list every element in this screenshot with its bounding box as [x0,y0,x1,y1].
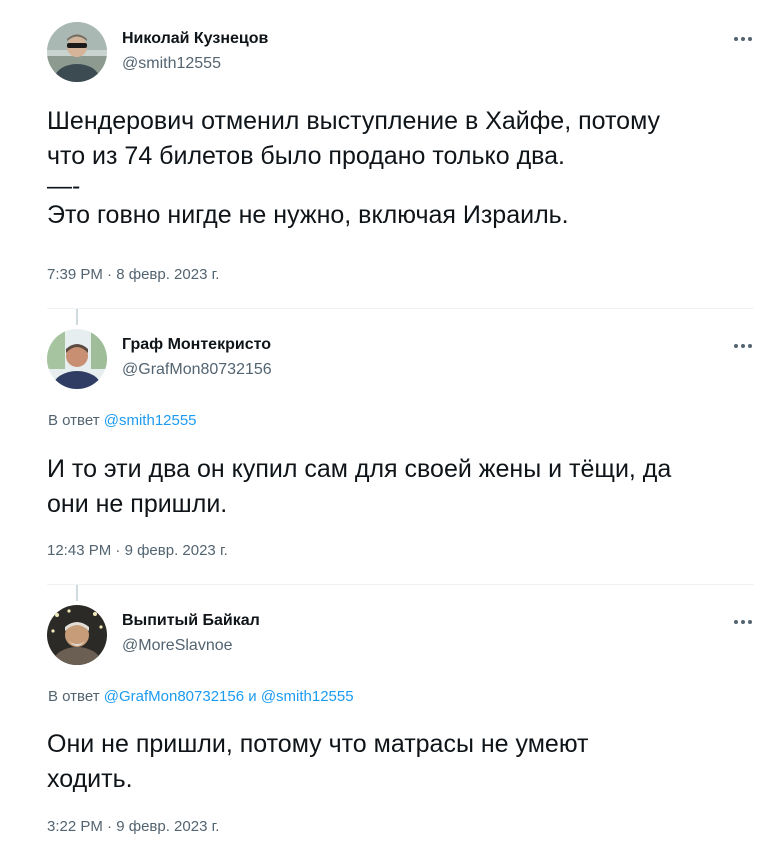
tweet-timestamp[interactable]: 3:22 PM · 9 февр. 2023 г. [47,818,219,835]
avatar-photo-icon [47,329,107,389]
tweet-text-line: ходить. [47,765,133,793]
tweet-thread: Николай Кузнецов @smith12555 Шендерович … [0,0,782,851]
replying-to-label: В ответ [48,688,100,705]
mention-conjunction: и [248,688,257,705]
tweet-time: 3:22 PM [47,818,103,835]
separator-dot: · [107,818,113,835]
more-options-button[interactable] [726,329,760,363]
tweet-text-line: они не пришли. [47,490,228,518]
tweet-date: 8 февр. 2023 г. [116,266,220,283]
more-options-button[interactable] [726,605,760,639]
tweet-time: 12:43 PM [47,542,112,559]
tweet-text: Они не пришли, потому что матрасы не уме… [47,727,747,797]
avatar-photo-icon [47,22,107,82]
more-horizontal-icon-dot [741,344,745,348]
mention-link[interactable]: @smith12555 [104,412,197,429]
more-horizontal-icon-dot [741,620,745,624]
author-name[interactable]: Граф Монтекристо [122,336,271,354]
tweet-text-line: Они не пришли, потому что матрасы не уме… [47,730,589,758]
tweet-text-line: —- [47,172,81,200]
more-horizontal-icon [734,620,738,624]
more-horizontal-icon-dot [748,620,752,624]
tweet-timestamp[interactable]: 12:43 PM · 9 февр. 2023 г. [47,542,228,559]
more-options-button[interactable] [726,22,760,56]
author-handle[interactable]: @smith12555 [122,55,221,73]
tweet-text-line: что из 74 билетов было продано только дв… [47,142,566,170]
author-name[interactable]: Николай Кузнецов [122,30,268,48]
more-horizontal-icon-dot [748,344,752,348]
mention-link[interactable]: @GrafMon80732156 [104,688,244,705]
avatar-photo-icon [47,605,107,665]
mention-link[interactable]: @smith12555 [261,688,354,705]
tweet-main: Николай Кузнецов @smith12555 Шендерович … [0,0,782,308]
avatar[interactable] [47,22,107,82]
separator-dot: · [115,542,121,559]
more-horizontal-icon-dot [748,37,752,41]
tweet-date: 9 февр. 2023 г. [116,818,220,835]
author-handle[interactable]: @MoreSlavnoe [122,637,233,655]
tweet-reply: Граф Монтекристо @GrafMon80732156 В отве… [0,309,782,584]
tweet-date: 9 февр. 2023 г. [124,542,228,559]
more-horizontal-icon-dot [741,37,745,41]
tweet-timestamp[interactable]: 7:39 PM · 8 февр. 2023 г. [47,266,219,283]
more-horizontal-icon [734,37,738,41]
avatar[interactable] [47,329,107,389]
avatar[interactable] [47,605,107,665]
author-name[interactable]: Выпитый Байкал [122,612,260,630]
replying-to: В ответ @smith12555 [48,412,197,429]
separator-dot: · [107,266,113,283]
tweet-reply: Выпитый Байкал @MoreSlavnoe В ответ @Gra… [0,585,782,851]
tweet-text-line: И то эти два он купил сам для своей жены… [47,455,672,483]
more-horizontal-icon [734,344,738,348]
tweet-text-line: Шендерович отменил выступление в Хайфе, … [47,107,661,135]
tweet-text: Шендерович отменил выступление в Хайфе, … [47,104,747,233]
tweet-text: И то эти два он купил сам для своей жены… [47,452,747,522]
replying-to: В ответ @GrafMon80732156 и @smith12555 [48,688,354,705]
tweet-time: 7:39 PM [47,266,103,283]
replying-to-label: В ответ [48,412,100,429]
author-handle[interactable]: @GrafMon80732156 [122,361,272,379]
tweet-text-line: Это говно нигде не нужно, включая Израил… [47,201,569,229]
